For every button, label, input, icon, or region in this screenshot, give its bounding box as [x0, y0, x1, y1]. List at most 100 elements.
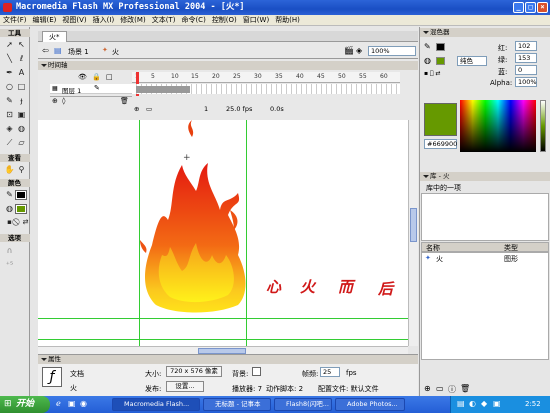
library-header[interactable]: 库 - 火: [420, 172, 550, 181]
stroke-color-swatch[interactable]: [15, 190, 27, 200]
swap-colors-icon[interactable]: ⇄: [20, 217, 31, 228]
quicklaunch-media-icon[interactable]: ◉: [80, 399, 87, 408]
close-button[interactable]: ×: [537, 2, 548, 13]
edit-scene-icon[interactable]: 🎬: [344, 46, 354, 55]
fill-color-swatch[interactable]: [15, 204, 27, 214]
fill-bucket-icon[interactable]: ◍: [424, 56, 431, 65]
tray-ime-icon[interactable]: ▣: [493, 399, 501, 408]
stroke-pencil-icon[interactable]: ✎: [424, 42, 431, 51]
zoom-select[interactable]: 100%: [368, 46, 416, 56]
scroll-thumb[interactable]: [410, 208, 417, 242]
onion-skin-icon[interactable]: ▭: [146, 105, 152, 113]
menu-edit[interactable]: 编辑(E): [30, 15, 60, 26]
lasso-tool-icon[interactable]: ℓ: [16, 53, 27, 64]
add-layer-icon[interactable]: ⊕: [52, 97, 58, 105]
scene-breadcrumb[interactable]: 场景 1: [68, 47, 89, 57]
delete-item-icon[interactable]: 🗑: [460, 384, 470, 393]
taskbar-flash8[interactable]: Flash8(闪吧...: [274, 398, 332, 411]
hand-tool-icon[interactable]: ✋: [4, 164, 15, 175]
taskbar-photoshop[interactable]: Adobe Photos...: [335, 398, 405, 411]
taskbar-notepad[interactable]: 无标题 - 记事本: [203, 398, 271, 411]
eyedropper-tool-icon[interactable]: ⟋: [4, 137, 15, 148]
red-input[interactable]: 102: [515, 41, 537, 51]
taskbar-flash[interactable]: Macromedia Flash...: [112, 398, 200, 411]
new-symbol-icon[interactable]: ⊕: [424, 384, 431, 393]
menu-modify[interactable]: 修改(M): [117, 15, 149, 26]
outline-icon[interactable]: □: [106, 73, 113, 81]
edit-symbol-icon[interactable]: ◈: [356, 46, 362, 55]
graphic-symbol-icon: ✦: [425, 254, 431, 262]
mixer-stroke-swatch[interactable]: [436, 43, 445, 51]
menu-file[interactable]: 文件(F): [0, 15, 30, 26]
library-item[interactable]: ✦ 火 图形: [422, 254, 542, 263]
properties-header[interactable]: 属性: [38, 355, 418, 364]
delete-layer-icon[interactable]: 🗑: [120, 97, 129, 105]
mixer-fill-swatch[interactable]: [436, 57, 445, 65]
menu-view[interactable]: 视图(V): [59, 15, 89, 26]
vertical-scrollbar[interactable]: [408, 120, 418, 346]
blue-input[interactable]: 0: [515, 65, 537, 75]
hex-input[interactable]: #669900: [424, 139, 457, 149]
menu-window[interactable]: 窗口(W): [240, 15, 272, 26]
pen-tool-icon[interactable]: ✒: [4, 67, 15, 78]
center-frame-icon[interactable]: ⊕: [134, 105, 139, 113]
back-arrow-icon[interactable]: ⇦: [42, 46, 49, 55]
zoom-tool-icon[interactable]: ⚲: [16, 164, 27, 175]
symbol-breadcrumb[interactable]: 火: [112, 47, 119, 57]
brightness-slider[interactable]: [540, 100, 546, 152]
alpha-input[interactable]: 100%: [515, 77, 537, 87]
menu-insert[interactable]: 插入(I): [90, 15, 118, 26]
pencil-tool-icon[interactable]: ✎: [4, 95, 15, 106]
calligraphy-char[interactable]: 后: [378, 278, 393, 299]
color-mixer-header[interactable]: 混色器: [420, 28, 550, 37]
color-spectrum[interactable]: [460, 100, 536, 152]
fill-type-select[interactable]: 纯色: [457, 56, 487, 66]
layer-name[interactable]: 图层 1: [62, 85, 81, 95]
oval-tool-icon[interactable]: ○: [4, 81, 15, 92]
green-input[interactable]: 153: [515, 53, 537, 63]
document-tab[interactable]: 火*: [42, 31, 67, 42]
calligraphy-char[interactable]: 火: [300, 276, 315, 297]
free-transform-tool-icon[interactable]: ⊡: [4, 109, 15, 120]
fill-color-icon[interactable]: ◍: [4, 203, 15, 214]
menu-commands[interactable]: 命令(C): [178, 15, 208, 26]
default-colors-icon[interactable]: ▪ ⃠ ⇄: [424, 70, 441, 77]
eraser-tool-icon[interactable]: ▱: [16, 137, 27, 148]
smooth-option-icon[interactable]: ⁺⁵: [4, 259, 15, 270]
calligraphy-char[interactable]: 而: [338, 276, 353, 297]
background-color-swatch[interactable]: [252, 367, 261, 376]
lock-icon[interactable]: 🔒: [92, 73, 101, 81]
line-tool-icon[interactable]: ╲: [4, 53, 15, 64]
calligraphy-char[interactable]: 心: [266, 276, 281, 297]
menu-control[interactable]: 控制(O): [209, 15, 240, 26]
keyframe-span[interactable]: [136, 86, 190, 93]
minimize-button[interactable]: _: [513, 2, 524, 13]
brush-tool-icon[interactable]: ɟ: [16, 95, 27, 106]
arrow-tool-icon[interactable]: ➚: [4, 39, 15, 50]
publish-settings-button[interactable]: 设置...: [166, 381, 204, 392]
fps-input[interactable]: 25: [320, 367, 340, 377]
tray-antivirus-icon[interactable]: ◆: [481, 399, 487, 408]
snap-magnet-icon[interactable]: ∩: [4, 245, 15, 256]
quicklaunch-desktop-icon[interactable]: ▣: [68, 399, 76, 408]
fire-graphic[interactable]: [130, 115, 250, 320]
menu-help[interactable]: 帮助(H): [272, 15, 303, 26]
paint-bucket-tool-icon[interactable]: ◍: [16, 123, 27, 134]
tray-volume-icon[interactable]: ◐: [469, 399, 476, 408]
quicklaunch-ie-icon[interactable]: ℯ: [56, 399, 61, 408]
rectangle-tool-icon[interactable]: □: [16, 81, 27, 92]
fill-transform-tool-icon[interactable]: ▣: [16, 109, 27, 120]
timeline-header[interactable]: 时间轴: [38, 61, 418, 70]
add-guide-icon[interactable]: ◊: [62, 97, 65, 105]
tray-network-icon[interactable]: ▤: [457, 399, 465, 408]
ink-bottle-tool-icon[interactable]: ◈: [4, 123, 15, 134]
maximize-button[interactable]: □: [525, 2, 536, 13]
size-button[interactable]: 720 x 576 像素: [166, 366, 222, 377]
subselect-tool-icon[interactable]: ↖: [16, 39, 27, 50]
text-tool-icon[interactable]: A: [16, 67, 27, 78]
eye-icon[interactable]: 👁: [78, 73, 87, 81]
new-folder-icon[interactable]: ▭: [436, 384, 444, 393]
menu-text[interactable]: 文本(T): [149, 15, 179, 26]
stroke-color-icon[interactable]: ✎: [4, 189, 15, 200]
properties-icon[interactable]: ⓘ: [448, 384, 456, 395]
